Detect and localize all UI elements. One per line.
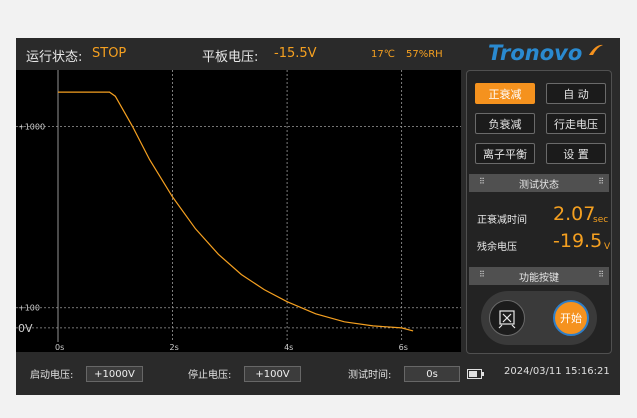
ion-balance-button[interactable]: 离子平衡 xyxy=(475,143,535,164)
walking-voltage-button[interactable]: 行走电压 xyxy=(546,113,606,134)
x-tick-label: 0s xyxy=(55,343,64,352)
temperature-readout: 17℃ xyxy=(371,49,395,60)
settings-button[interactable]: 设 置 xyxy=(546,143,606,164)
x-tick-label: 2s xyxy=(170,343,179,352)
test-time-field[interactable]: 0s xyxy=(404,366,460,382)
function-keys-title: 功能按键 xyxy=(519,272,559,284)
plate-voltage-label: 平板电压: xyxy=(202,50,259,65)
auto-button[interactable]: 自 动 xyxy=(546,83,606,104)
grip-icon: ⠿ xyxy=(479,270,485,279)
decay-time-label: 正衰减时间 xyxy=(477,215,527,226)
clear-data-icon xyxy=(498,310,516,329)
x-tick-label: 6s xyxy=(399,343,408,352)
control-panel: 正衰减 自 动 负衰减 行走电压 离子平衡 设 置 ⠿ 测试状态 ⠿ 正衰减时间… xyxy=(466,70,612,354)
y-tick-label: +100 xyxy=(18,304,40,313)
battery-icon xyxy=(467,369,484,379)
decay-time-value: 2.07 xyxy=(553,203,596,225)
start-button[interactable]: 开始 xyxy=(553,300,589,336)
datetime-readout: 2024/03/11 15:16:21 xyxy=(504,366,610,377)
residual-voltage-value: -19.5 xyxy=(553,230,603,252)
grip-icon: ⠿ xyxy=(598,177,604,186)
function-keys-bar: ⠿ 功能按键 ⠿ xyxy=(469,267,609,285)
run-status-value: STOP xyxy=(92,46,127,61)
y-tick-label: 0V xyxy=(18,322,33,335)
decay-time-unit: sec xyxy=(593,215,609,225)
clear-data-button[interactable] xyxy=(489,300,525,336)
x-tick-label: 4s xyxy=(284,343,293,352)
residual-voltage-unit: V xyxy=(604,242,611,252)
grip-icon: ⠿ xyxy=(598,270,604,279)
stop-voltage-field[interactable]: +100V xyxy=(244,366,301,382)
test-status-title: 测试状态 xyxy=(519,179,559,191)
start-voltage-label: 启动电压: xyxy=(30,370,74,381)
device-screen: 运行状态: STOP 平板电压: -15.5V 17℃ 57%RH Tronov… xyxy=(16,38,620,395)
run-status-label: 运行状态: xyxy=(26,50,83,65)
y-tick-label: +1000 xyxy=(18,122,45,131)
residual-voltage-label: 残余电压 xyxy=(477,242,517,253)
decay-curve xyxy=(58,91,414,332)
positive-decay-button[interactable]: 正衰减 xyxy=(475,83,535,104)
brand-swoosh-icon xyxy=(589,44,603,55)
plate-voltage-value: -15.5V xyxy=(274,46,317,61)
grip-icon: ⠿ xyxy=(479,177,485,186)
chart-grid xyxy=(16,70,461,342)
stop-voltage-label: 停止电压: xyxy=(188,370,232,381)
negative-decay-button[interactable]: 负衰减 xyxy=(475,113,535,134)
y-axis-ticks: +1000 +100 0V xyxy=(18,122,45,334)
test-status-bar: ⠿ 测试状态 ⠿ xyxy=(469,174,609,192)
brand-logo: Tronovo xyxy=(488,41,583,65)
start-voltage-field[interactable]: +1000V xyxy=(86,366,143,382)
test-time-label: 测试时间: xyxy=(348,370,392,381)
x-axis-ticks: 0s 2s 4s 6s xyxy=(55,343,408,352)
humidity-readout: 57%RH xyxy=(406,49,443,60)
decay-chart: 0s 2s 4s 6s +1000 +100 0V xyxy=(16,70,461,352)
